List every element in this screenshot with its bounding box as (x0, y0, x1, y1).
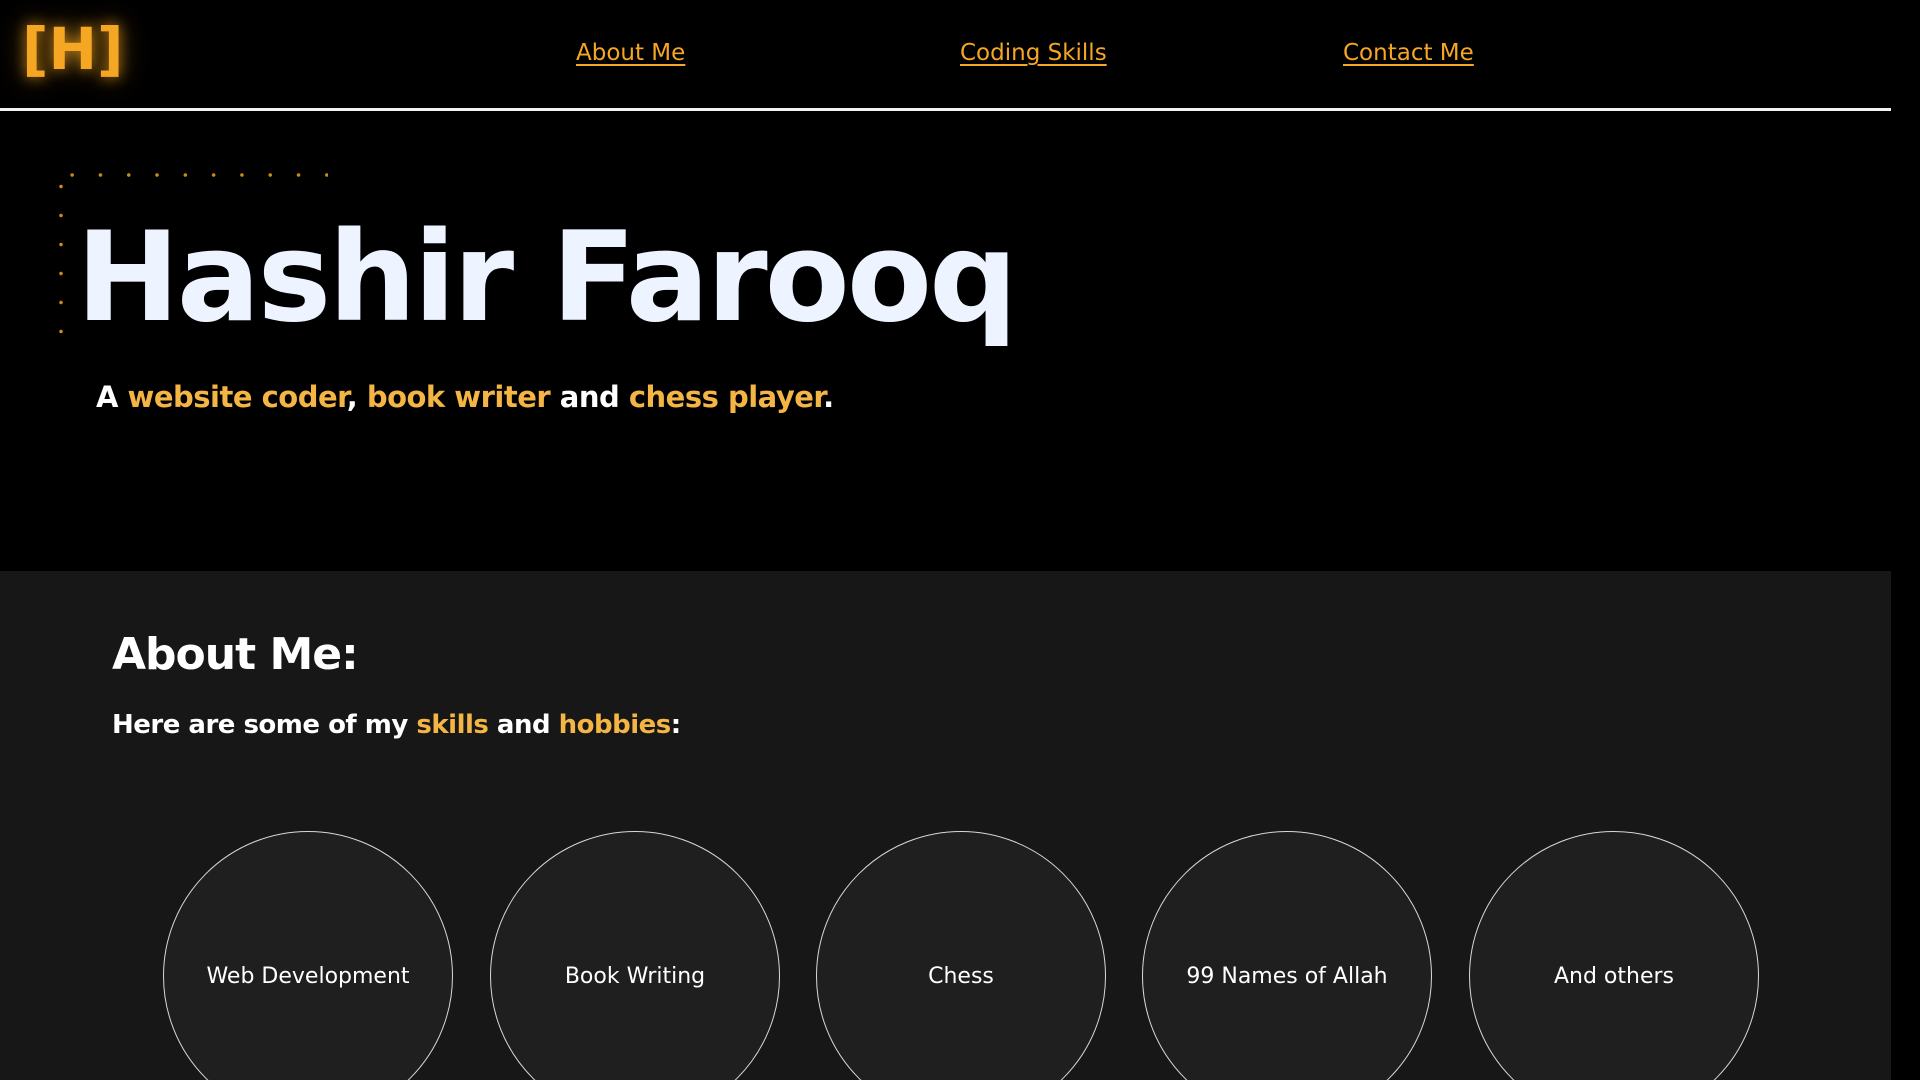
about-subtitle-suffix: : (670, 710, 681, 740)
tagline-separator: , (346, 380, 367, 414)
nav-link-contact-me[interactable]: Contact Me (1343, 38, 1474, 68)
tagline-skill-website-coder: website coder (127, 380, 348, 414)
skill-circle-web-development[interactable]: Web Development (163, 831, 453, 1080)
skill-circle-label: Web Development (206, 963, 410, 989)
about-subtitle-hobbies: hobbies (558, 710, 672, 740)
page-right-gutter (1891, 0, 1920, 1080)
about-subtitle-prefix: Here are some of my (112, 710, 417, 740)
skill-circle-label: Chess (928, 963, 994, 989)
skill-circle-label: And others (1553, 963, 1675, 989)
about-section: About Me: Here are some of my skills and… (0, 571, 1891, 1080)
decorative-dots-vertical (58, 172, 64, 348)
skill-circle-book-writing[interactable]: Book Writing (490, 831, 780, 1080)
tagline-separator: and (550, 380, 629, 414)
about-subtitle: Here are some of my skills and hobbies: (112, 707, 681, 743)
tagline-skill-chess-player: chess player (628, 380, 824, 414)
site-header: [H] About Me Coding Skills Contact Me (0, 0, 1891, 111)
skill-circle-label: Book Writing (564, 963, 706, 989)
page: [H] About Me Coding Skills Contact Me Ha… (0, 0, 1920, 1080)
hero-name-title: Hashir Farooq (76, 206, 1018, 350)
decorative-dots-horizontal (58, 172, 328, 178)
hero-section: Hashir Farooq A website coder, book writ… (0, 111, 1891, 571)
skill-circle-99-names-of-allah[interactable]: 99 Names of Allah (1142, 831, 1432, 1080)
tagline-suffix: . (823, 380, 834, 414)
tagline-skill-book-writer: book writer (366, 380, 551, 414)
about-subtitle-skills: skills (416, 710, 489, 740)
skill-circle-chess[interactable]: Chess (816, 831, 1106, 1080)
about-subtitle-mid: and (488, 710, 559, 740)
hero-tagline: A website coder, book writer and chess p… (96, 377, 834, 417)
nav-link-about-me[interactable]: About Me (576, 38, 685, 68)
tagline-prefix: A (96, 380, 128, 414)
nav-link-coding-skills[interactable]: Coding Skills (960, 38, 1107, 68)
about-heading: About Me: (112, 629, 359, 680)
skill-circle-and-others[interactable]: And others (1469, 831, 1759, 1080)
site-logo[interactable]: [H] (22, 14, 124, 84)
skill-circle-label: 99 Names of Allah (1186, 963, 1388, 989)
